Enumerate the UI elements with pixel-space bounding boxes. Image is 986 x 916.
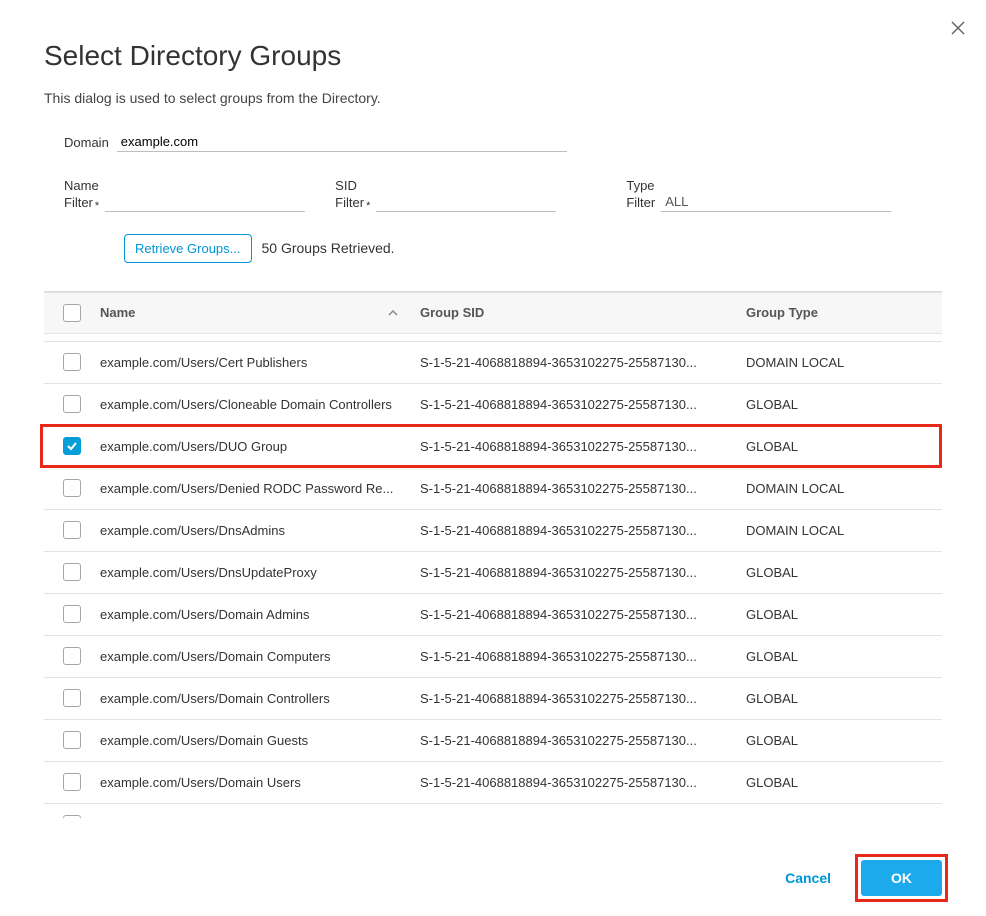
row-name: example.com/Users/Domain Controllers xyxy=(100,691,420,706)
row-name: example.com/Users/Domain Admins xyxy=(100,607,420,622)
row-type: GLOBAL xyxy=(746,649,942,664)
table-row[interactable]: example.com/Users/Domain UsersS-1-5-21-4… xyxy=(44,762,942,804)
row-type: GLOBAL xyxy=(746,691,942,706)
row-checkbox[interactable] xyxy=(63,563,81,581)
select-all-checkbox[interactable] xyxy=(63,304,81,322)
type-filter-label: TypeFilter xyxy=(626,178,655,212)
row-sid: S-1-5-21-4068818894-3653102275-25587130.… xyxy=(420,565,746,580)
row-checkbox[interactable] xyxy=(63,521,81,539)
column-header-name[interactable]: Name xyxy=(100,305,420,320)
row-type: GLOBAL xyxy=(746,565,942,580)
cancel-button[interactable]: Cancel xyxy=(775,862,841,894)
table-row[interactable]: example.com/Users/Domain AdminsS-1-5-21-… xyxy=(44,594,942,636)
row-checkbox[interactable] xyxy=(63,353,81,371)
table-row[interactable]: example.com/Users/DnsUpdateProxyS-1-5-21… xyxy=(44,552,942,594)
row-type: UNIVERSAL xyxy=(746,817,942,818)
name-filter-label: NameFilter* xyxy=(64,178,99,212)
table-row[interactable]: example.com/Users/DUO GroupS-1-5-21-4068… xyxy=(44,426,942,468)
row-sid: S-1-5-21-4068818894-3653102275-25587130.… xyxy=(420,439,746,454)
dialog-subtitle: This dialog is used to select groups fro… xyxy=(44,90,942,106)
row-sid: S-1-5-21-4068818894-3653102275-25587130.… xyxy=(420,775,746,790)
row-name: example.com/Users/DnsAdmins xyxy=(100,523,420,538)
row-name: example.com/Users/Cert Publishers xyxy=(100,355,420,370)
row-name: example.com/Users/Denied RODC Password R… xyxy=(100,481,420,496)
ok-button[interactable]: OK xyxy=(861,860,942,896)
row-sid: S-1-5-21-4068818894-3653102275-25587130.… xyxy=(420,523,746,538)
row-sid: S-1-5-21-4068818894-3653102275-25587130.… xyxy=(420,817,746,818)
dialog-title: Select Directory Groups xyxy=(44,40,942,72)
groups-table: Name Group SID Group Type example.com/Us… xyxy=(44,291,942,818)
row-checkbox[interactable] xyxy=(63,437,81,455)
row-checkbox[interactable] xyxy=(63,647,81,665)
table-row[interactable]: example.com/Users/Domain ComputersS-1-5-… xyxy=(44,636,942,678)
row-type: GLOBAL xyxy=(746,439,942,454)
row-sid: S-1-5-21-4068818894-3653102275-25587130.… xyxy=(420,397,746,412)
name-filter-input[interactable] xyxy=(105,192,305,212)
row-checkbox[interactable] xyxy=(63,731,81,749)
domain-input[interactable] xyxy=(117,132,567,152)
row-checkbox[interactable] xyxy=(63,773,81,791)
row-type: GLOBAL xyxy=(746,397,942,412)
row-checkbox[interactable] xyxy=(63,815,81,818)
row-sid: S-1-5-21-4068818894-3653102275-25587130.… xyxy=(420,691,746,706)
table-row[interactable]: example.com/Users/Denied RODC Password R… xyxy=(44,468,942,510)
row-type: DOMAIN LOCAL xyxy=(746,355,942,370)
row-sid: S-1-5-21-4068818894-3653102275-25587130.… xyxy=(420,733,746,748)
sort-ascending-icon xyxy=(388,308,412,318)
retrieve-groups-button[interactable]: Retrieve Groups... xyxy=(124,234,252,263)
row-name: example.com/Users/Domain Computers xyxy=(100,649,420,664)
column-header-sid[interactable]: Group SID xyxy=(420,305,746,320)
type-filter-input[interactable] xyxy=(661,192,891,212)
row-checkbox[interactable] xyxy=(63,479,81,497)
row-name: example.com/Users/Enterprise Admins xyxy=(100,817,420,818)
row-checkbox[interactable] xyxy=(63,395,81,413)
row-type: GLOBAL xyxy=(746,775,942,790)
table-header-row: Name Group SID Group Type xyxy=(44,292,942,334)
row-sid: S-1-5-21-4068818894-3653102275-25587130.… xyxy=(420,355,746,370)
retrieve-status-text: 50 Groups Retrieved. xyxy=(262,240,395,256)
row-name: example.com/Users/Cloneable Domain Contr… xyxy=(100,397,420,412)
row-checkbox[interactable] xyxy=(63,689,81,707)
sid-filter-label: SIDFilter* xyxy=(335,178,370,212)
domain-label: Domain xyxy=(64,135,109,152)
table-row[interactable]: example.com/Users/DnsAdminsS-1-5-21-4068… xyxy=(44,510,942,552)
table-row[interactable]: example.com/Users/Cert PublishersS-1-5-2… xyxy=(44,342,942,384)
table-row[interactable]: example.com/Users/Cloneable Domain Contr… xyxy=(44,384,942,426)
row-sid: S-1-5-21-4068818894-3653102275-25587130.… xyxy=(420,607,746,622)
close-icon[interactable] xyxy=(950,20,966,36)
table-row[interactable]: example.com/Users/Enterprise AdminsS-1-5… xyxy=(44,804,942,818)
row-sid: S-1-5-21-4068818894-3653102275-25587130.… xyxy=(420,649,746,664)
row-sid: S-1-5-21-4068818894-3653102275-25587130.… xyxy=(420,481,746,496)
row-name: example.com/Users/DUO Group xyxy=(100,439,420,454)
row-name: example.com/Users/Domain Users xyxy=(100,775,420,790)
column-header-type[interactable]: Group Type xyxy=(746,305,942,320)
table-row[interactable]: example.com/Users/Domain ControllersS-1-… xyxy=(44,678,942,720)
row-checkbox[interactable] xyxy=(63,605,81,623)
row-type: GLOBAL xyxy=(746,733,942,748)
row-name: example.com/Users/Domain Guests xyxy=(100,733,420,748)
row-type: DOMAIN LOCAL xyxy=(746,523,942,538)
row-name: example.com/Users/DnsUpdateProxy xyxy=(100,565,420,580)
row-type: DOMAIN LOCAL xyxy=(746,481,942,496)
sid-filter-input[interactable] xyxy=(376,192,556,212)
row-type: GLOBAL xyxy=(746,607,942,622)
table-row[interactable]: example.com/Users/Domain GuestsS-1-5-21-… xyxy=(44,720,942,762)
